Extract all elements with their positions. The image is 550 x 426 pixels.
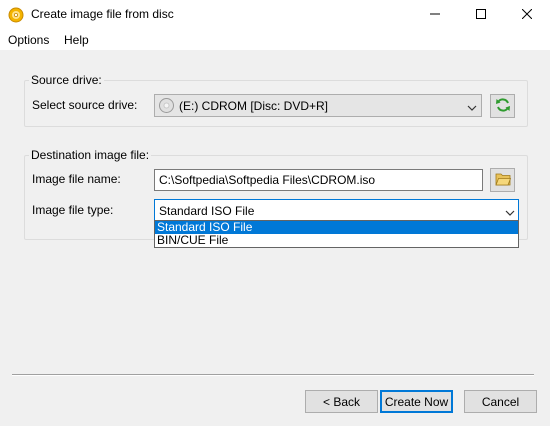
- title-bar: Create image file from disc: [0, 0, 550, 30]
- minimize-button[interactable]: [412, 0, 458, 30]
- menu-bar: Options Help: [0, 30, 550, 50]
- disc-drive-icon: [159, 98, 174, 113]
- folder-icon: [494, 172, 511, 189]
- source-drive-group-label: Source drive:: [29, 73, 104, 87]
- menu-options[interactable]: Options: [8, 33, 49, 47]
- chevron-down-icon: [467, 101, 477, 115]
- select-source-drive-label: Select source drive:: [32, 98, 138, 112]
- destination-group-label: Destination image file:: [29, 148, 152, 162]
- maximize-button[interactable]: [458, 0, 504, 30]
- cancel-button[interactable]: Cancel: [464, 390, 537, 413]
- refresh-icon: [495, 97, 511, 116]
- source-drive-value: (E:) CDROM [Disc: DVD+R]: [179, 99, 329, 113]
- back-button[interactable]: < Back: [305, 390, 378, 413]
- maximize-icon: [476, 8, 486, 22]
- close-icon: [521, 8, 533, 22]
- image-file-name-label: Image file name:: [32, 172, 121, 186]
- image-file-name-field[interactable]: [154, 169, 483, 191]
- minimize-icon: [430, 8, 440, 22]
- browse-button[interactable]: [490, 168, 515, 192]
- footer-separator: [12, 374, 534, 376]
- window-title: Create image file from disc: [31, 7, 174, 21]
- disc-icon: [8, 7, 24, 23]
- chevron-down-icon: [505, 206, 515, 220]
- source-drive-select[interactable]: (E:) CDROM [Disc: DVD+R]: [154, 94, 482, 117]
- image-file-type-value: Standard ISO File: [159, 204, 255, 218]
- dropdown-option-bincue[interactable]: BIN/CUE File: [155, 234, 518, 247]
- menu-help[interactable]: Help: [64, 33, 89, 47]
- image-file-type-dropdown: Standard ISO File BIN/CUE File: [154, 220, 519, 248]
- image-file-type-label: Image file type:: [32, 203, 114, 217]
- create-now-button[interactable]: Create Now: [380, 390, 453, 413]
- refresh-button[interactable]: [490, 94, 515, 118]
- image-file-name-input[interactable]: [159, 171, 479, 189]
- close-button[interactable]: [504, 0, 550, 30]
- image-file-type-select[interactable]: Standard ISO File: [154, 199, 519, 221]
